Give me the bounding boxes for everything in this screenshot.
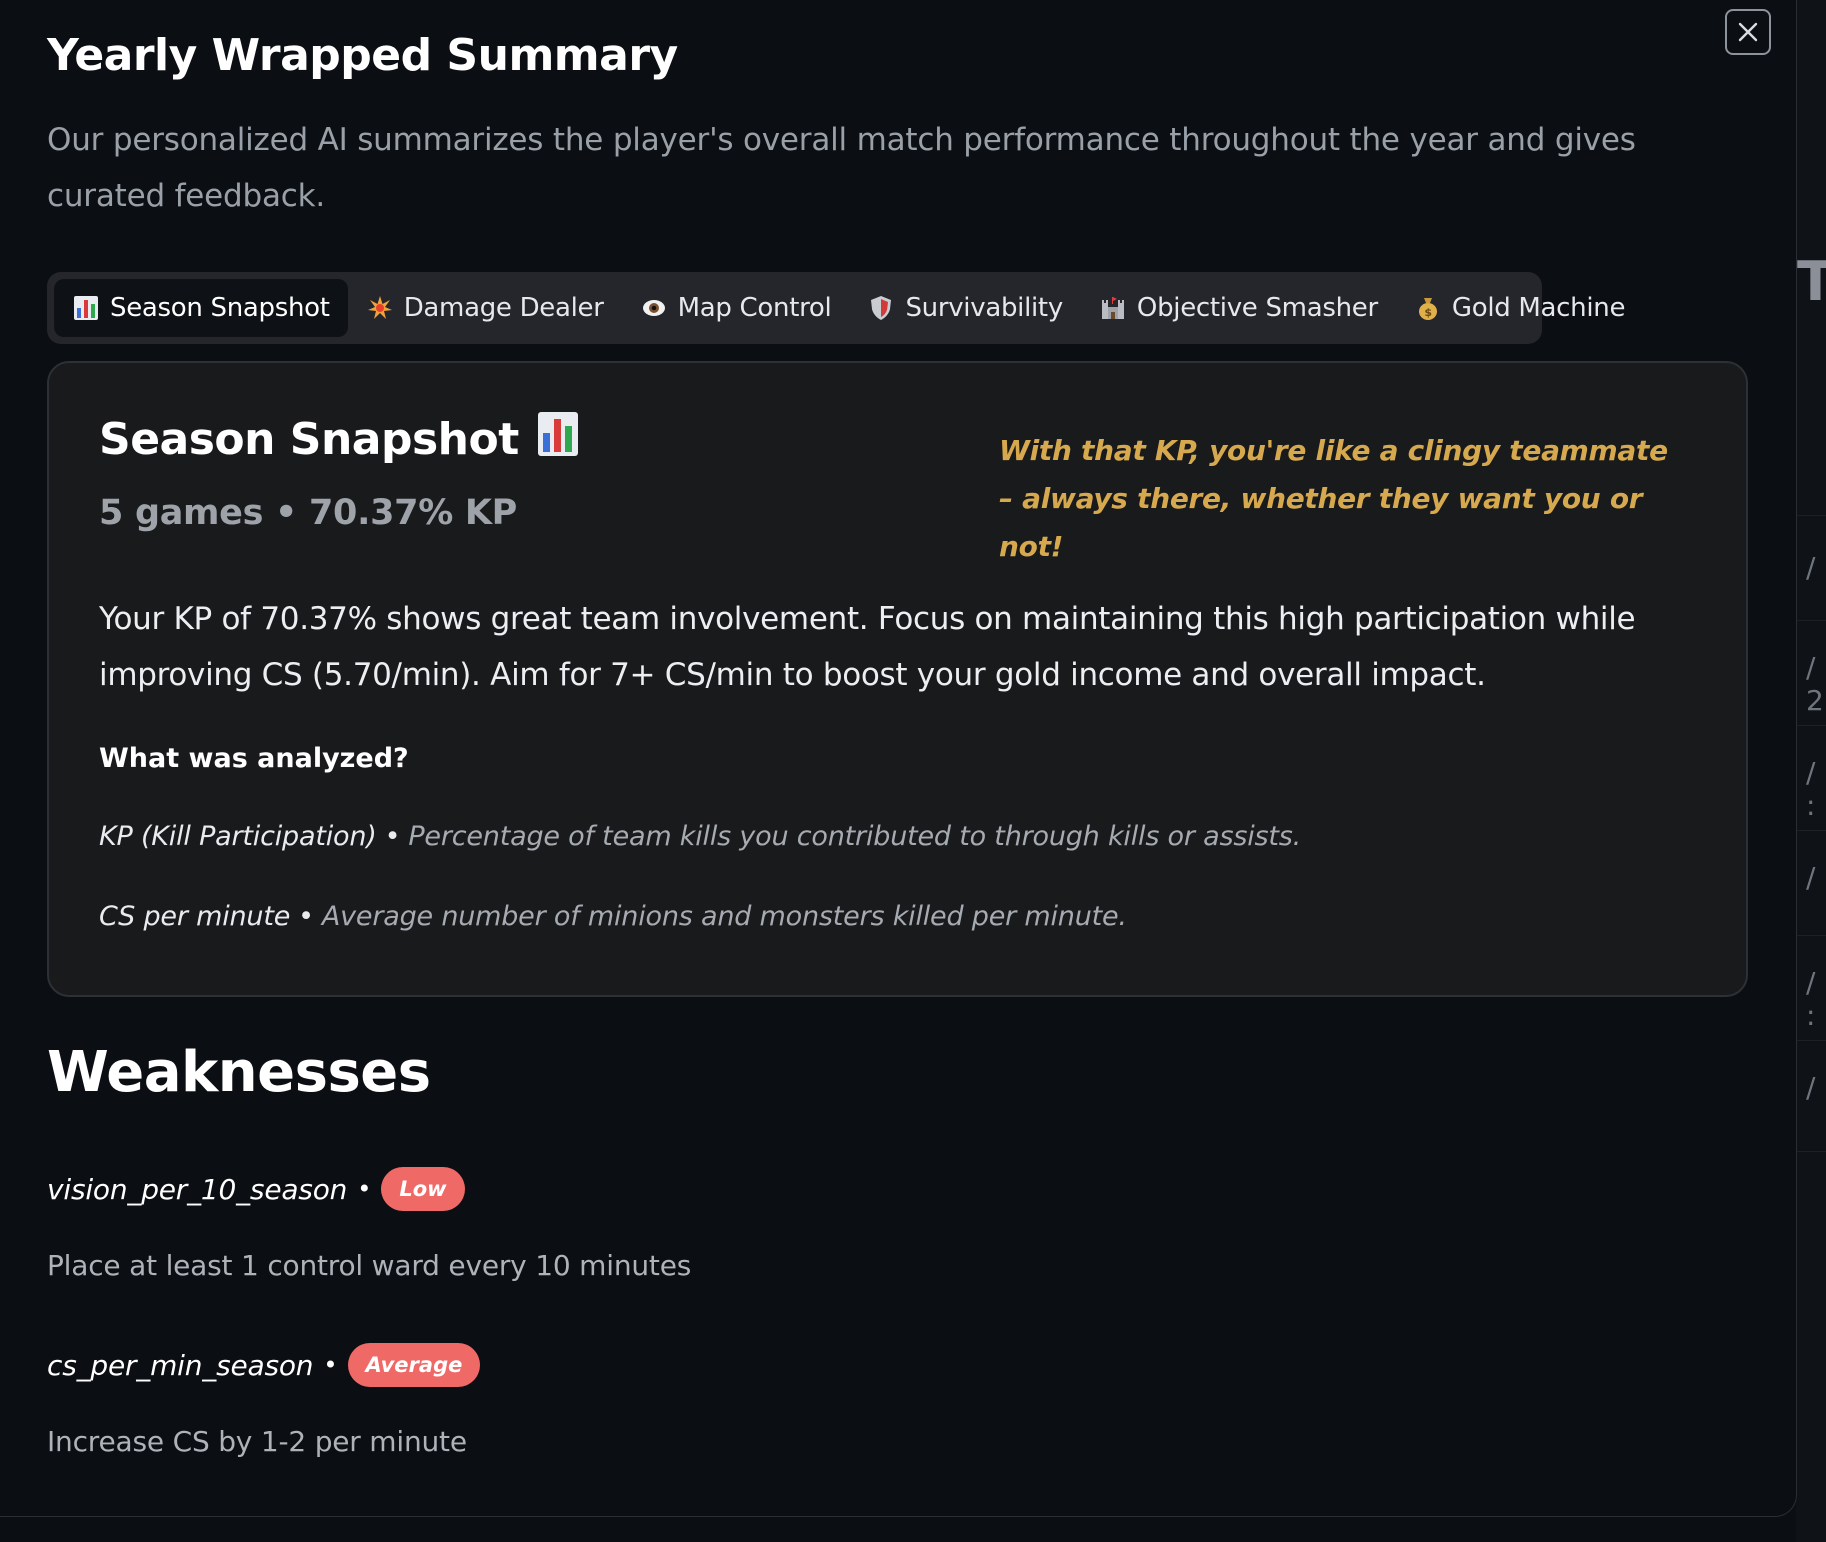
weakness-separator: • <box>357 1175 372 1203</box>
background-heading-letter: T <box>1797 250 1826 313</box>
tab-gold-machine[interactable]: $ Gold Machine <box>1396 279 1643 337</box>
weakness-header: cs_per_min_season • Average <box>47 1343 481 1387</box>
snapshot-summary: Your KP of 70.37% shows great team invol… <box>99 601 1636 693</box>
season-snapshot-card: Season Snapshot 5 games • 70.37% KP With… <box>47 361 1748 997</box>
metric-separator: • <box>384 821 401 852</box>
tab-objective-smasher[interactable]: Objective Smasher <box>1081 279 1396 337</box>
close-button[interactable] <box>1725 9 1771 55</box>
modal-description: Our personalized AI summarizes the playe… <box>47 122 1636 214</box>
shield-icon <box>867 294 895 322</box>
metric-description: Average number of minions and monsters k… <box>321 901 1127 932</box>
tab-survivability[interactable]: Survivability <box>849 279 1080 337</box>
background-row: / <box>1796 515 1826 621</box>
yearly-wrapped-modal: Yearly Wrapped Summary Our personalized … <box>0 0 1797 1517</box>
metric-name: CS per minute <box>99 901 291 932</box>
metric-item: CS per minute • Average number of minions … <box>99 901 1127 932</box>
background-row: / 2 <box>1796 620 1826 726</box>
tab-label: Season Snapshot <box>110 293 330 323</box>
tab-label: Gold Machine <box>1451 293 1626 323</box>
tab-damage-dealer[interactable]: Damage Dealer <box>348 279 622 337</box>
background-row-text: / : <box>1806 966 1816 1032</box>
metric-name: KP (Kill Participation) <box>99 821 377 852</box>
metric-description: Percentage of team kills you contributed… <box>408 821 1302 852</box>
background-row-text: / <box>1806 1071 1816 1104</box>
background-page-sliver: T / / 2 / : / / : / <box>1796 0 1826 1542</box>
tab-label: Damage Dealer <box>403 293 604 323</box>
weakness-name: cs_per_min_season <box>47 1348 314 1382</box>
background-row: / <box>1796 1040 1826 1152</box>
weaknesses-title: Weaknesses <box>47 1040 431 1105</box>
weakness-advice: Place at least 1 control ward every 10 m… <box>47 1249 692 1282</box>
svg-text:$: $ <box>1424 306 1431 319</box>
ai-quip: With that KP, you're like a clingy teamm… <box>999 434 1668 563</box>
close-icon <box>1738 22 1758 42</box>
metric-item: KP (Kill Participation) • Percentage of te… <box>99 821 1301 852</box>
analyzed-heading: What was analyzed? <box>99 743 409 774</box>
modal-title: Yearly Wrapped Summary <box>47 30 678 81</box>
tab-label: Map Control <box>677 293 832 323</box>
weakness-name: vision_per_10_season <box>47 1172 348 1206</box>
weakness-separator: • <box>323 1351 338 1379</box>
background-row: / : <box>1796 725 1826 831</box>
bar-chart-icon <box>72 294 100 322</box>
background-row-text: / 2 <box>1806 651 1824 717</box>
money-bag-icon: $ <box>1414 294 1442 322</box>
category-tabs: Season Snapshot Damage Dealer Map Contro… <box>47 272 1625 344</box>
tab-label: Objective Smasher <box>1136 293 1378 323</box>
background-row-text: / <box>1806 861 1816 894</box>
card-subtitle: 5 games • 70.37% KP <box>99 493 518 533</box>
metric-separator: • <box>298 901 314 932</box>
background-row-text: / : <box>1806 756 1816 822</box>
card-title-text: Season Snapshot <box>99 414 519 465</box>
background-row: / : <box>1796 935 1826 1041</box>
background-row: / <box>1796 830 1826 936</box>
tab-season-snapshot[interactable]: Season Snapshot <box>54 279 348 337</box>
castle-icon <box>1099 294 1127 322</box>
explosion-icon <box>366 294 394 322</box>
background-row-text: / <box>1806 551 1816 584</box>
status-badge: Low <box>381 1167 465 1211</box>
weakness-advice: Increase CS by 1-2 per minute <box>47 1425 467 1458</box>
weakness-header: vision_per_10_season • Low <box>47 1167 465 1211</box>
bar-chart-icon <box>537 411 579 468</box>
tab-label: Survivability <box>905 293 1063 323</box>
status-badge: Average <box>347 1343 481 1387</box>
card-title: Season Snapshot <box>99 411 579 468</box>
tab-map-control[interactable]: Map Control <box>622 279 850 337</box>
eye-icon <box>640 294 668 322</box>
